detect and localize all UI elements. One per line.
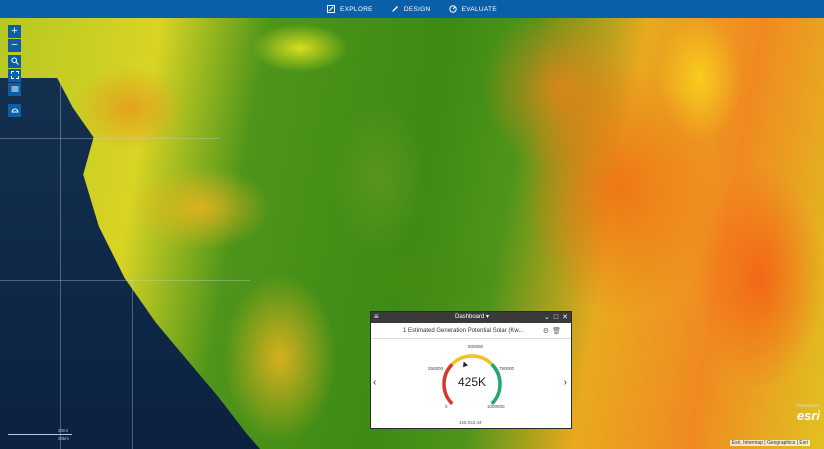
nav-evaluate[interactable]: EVALUATE bbox=[448, 5, 497, 13]
search-icon bbox=[10, 57, 19, 65]
search-button[interactable] bbox=[8, 55, 21, 68]
gauge-arc-yellow bbox=[450, 354, 494, 366]
nav-explore-label: EXPLORE bbox=[340, 5, 373, 13]
layers-icon bbox=[11, 86, 18, 92]
design-pencil-icon bbox=[391, 6, 398, 12]
scale-bottom-label: 20km bbox=[58, 436, 70, 441]
gauge-tick-label: 1000000 bbox=[487, 404, 505, 409]
nav-explore[interactable]: EXPLORE bbox=[327, 5, 373, 13]
graticule-line bbox=[0, 280, 250, 281]
fullscreen-button[interactable] bbox=[8, 69, 21, 82]
gauge-tick-label: 0 bbox=[445, 404, 448, 409]
maximize-icon[interactable]: □ bbox=[554, 312, 558, 323]
map-controls: + − bbox=[8, 25, 21, 118]
dashboard-toggle-button[interactable] bbox=[8, 104, 21, 117]
gauge-needle bbox=[463, 361, 468, 368]
esri-logo: esri bbox=[796, 408, 820, 423]
dashboard-icon bbox=[10, 108, 19, 113]
widget-title: 1 Estimated Generation Potential Solar (… bbox=[403, 328, 524, 334]
widget-title-row: 1 Estimated Generation Potential Solar (… bbox=[371, 325, 571, 337]
next-widget-chevron-icon[interactable]: › bbox=[564, 377, 567, 388]
gauge-exact-value: 425,043.44 bbox=[459, 420, 482, 425]
gear-icon[interactable]: ⚙ bbox=[543, 327, 549, 335]
gauge-arc-red bbox=[442, 362, 454, 406]
dashboard-title-dropdown[interactable]: Dashboard ▾ bbox=[455, 313, 489, 322]
ocean-area bbox=[0, 78, 260, 449]
nav-evaluate-label: EVALUATE bbox=[461, 5, 497, 13]
top-navigation-bar: EXPLORE DESIGN EVALUATE bbox=[0, 0, 824, 18]
fullscreen-icon bbox=[10, 71, 19, 79]
zoom-in-button[interactable]: + bbox=[8, 25, 21, 38]
hamburger-menu-icon[interactable]: ≡ bbox=[374, 313, 381, 321]
scale-line bbox=[8, 434, 72, 435]
gauge-tick-label: 250000 bbox=[428, 366, 444, 371]
graticule-line bbox=[132, 278, 133, 449]
previous-widget-chevron-icon[interactable]: ‹ bbox=[373, 377, 376, 388]
scale-bar: 20mi 20km bbox=[8, 428, 72, 442]
gauge-value: 425K bbox=[458, 375, 487, 389]
scale-top-label: 20mi bbox=[58, 428, 68, 433]
gauge-tick-label: 500000 bbox=[468, 344, 484, 349]
zoom-out-button[interactable]: − bbox=[8, 39, 21, 52]
collapse-icon[interactable]: ⌄ bbox=[544, 312, 550, 323]
evaluate-icon bbox=[448, 5, 457, 13]
dashboard-header: ≡ Dashboard ▾ ⌄ □ ✕ bbox=[371, 312, 571, 323]
nav-design[interactable]: DESIGN bbox=[391, 5, 431, 13]
explore-icon bbox=[327, 5, 336, 13]
nav-design-label: DESIGN bbox=[403, 5, 431, 13]
layers-button[interactable] bbox=[8, 83, 21, 96]
dashboard-panel: ≡ Dashboard ▾ ⌄ □ ✕ 1 Estimated Generati… bbox=[370, 311, 572, 429]
graticule-line bbox=[60, 78, 61, 449]
dashboard-window-controls: ⌄ □ ✕ bbox=[544, 312, 568, 323]
close-icon[interactable]: ✕ bbox=[562, 312, 568, 323]
map-attribution[interactable]: Esri, Intermap | Geographics | Esri bbox=[729, 440, 810, 446]
trash-icon[interactable]: 🗑 bbox=[552, 327, 561, 335]
gauge-tick-label: 750000 bbox=[499, 366, 515, 371]
graticule-line bbox=[0, 138, 220, 139]
